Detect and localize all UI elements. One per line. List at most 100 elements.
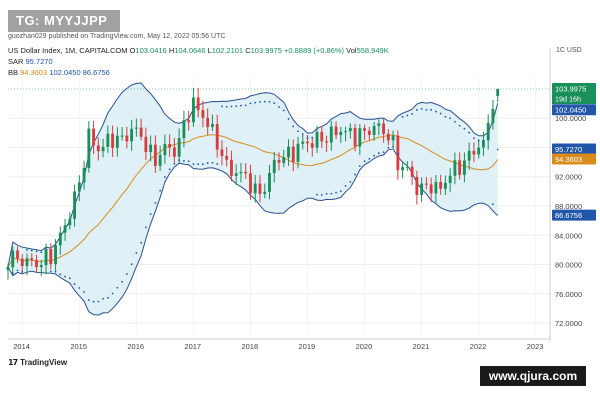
candle-body[interactable] <box>443 182 447 189</box>
candle-body[interactable] <box>82 168 86 183</box>
candle-body[interactable] <box>87 128 91 169</box>
candle-body[interactable] <box>39 265 43 268</box>
candle-body[interactable] <box>130 128 134 142</box>
candle-body[interactable] <box>35 259 38 268</box>
candle-body[interactable] <box>377 123 381 127</box>
candle-body[interactable] <box>434 181 438 194</box>
candle-body[interactable] <box>144 136 148 153</box>
candle-body[interactable] <box>30 258 34 260</box>
candle-body[interactable] <box>163 143 167 156</box>
candle-body[interactable] <box>249 173 252 194</box>
candle-body[interactable] <box>101 146 105 152</box>
candle-body[interactable] <box>134 127 138 129</box>
candle-body[interactable] <box>11 250 15 268</box>
candle-body[interactable] <box>320 131 324 142</box>
candle-body[interactable] <box>405 166 409 168</box>
candle-body[interactable] <box>386 133 390 141</box>
candle-body[interactable] <box>424 183 428 185</box>
candle-body[interactable] <box>58 232 62 246</box>
candle-body[interactable] <box>230 159 233 176</box>
candle-body[interactable] <box>372 126 376 135</box>
candle-body[interactable] <box>16 250 19 259</box>
candle-body[interactable] <box>348 127 352 132</box>
candle-body[interactable] <box>25 258 29 266</box>
price-chart[interactable]: 72.0000 76.0000 80.0000 84.0000 88.0000 92.00… <box>0 0 600 400</box>
candle-body[interactable] <box>448 175 452 183</box>
candle-body[interactable] <box>201 110 205 118</box>
candle-body[interactable] <box>472 150 476 155</box>
candle-body[interactable] <box>182 120 186 139</box>
candle-body[interactable] <box>339 131 343 136</box>
candle-body[interactable] <box>111 133 115 148</box>
candle-body[interactable] <box>120 135 124 137</box>
candle-body[interactable] <box>353 127 357 147</box>
candle-body[interactable] <box>225 156 229 160</box>
candle-body[interactable] <box>401 167 405 171</box>
candle-body[interactable] <box>453 160 457 176</box>
candle-body[interactable] <box>439 181 443 189</box>
candle-body[interactable] <box>325 141 328 143</box>
candle-body[interactable] <box>44 249 48 266</box>
candle-body[interactable] <box>282 157 286 163</box>
candle-body[interactable] <box>396 135 400 171</box>
candle-body[interactable] <box>410 166 414 177</box>
candle-body[interactable] <box>287 146 290 158</box>
tradingview-logo[interactable]: 𝟭𝟳 TradingView <box>8 358 67 367</box>
candle-body[interactable] <box>211 124 214 128</box>
candle-body[interactable] <box>367 130 371 135</box>
candle-body[interactable] <box>96 145 100 152</box>
candle-body[interactable] <box>139 127 143 137</box>
candle-body[interactable] <box>253 183 257 194</box>
candle-body[interactable] <box>358 128 362 147</box>
candle-body[interactable] <box>458 160 462 175</box>
candle-body[interactable] <box>296 143 300 162</box>
candle-body[interactable] <box>496 88 500 96</box>
candle-body[interactable] <box>462 160 466 175</box>
candle-body[interactable] <box>239 171 243 174</box>
candle-body[interactable] <box>92 128 96 146</box>
candle-body[interactable] <box>196 97 200 111</box>
candle-body[interactable] <box>68 218 72 226</box>
candle-body[interactable] <box>429 184 433 194</box>
candle-body[interactable] <box>115 135 119 148</box>
candle-body[interactable] <box>291 146 295 162</box>
candle-body[interactable] <box>477 147 481 155</box>
candle-body[interactable] <box>244 171 248 174</box>
candle-body[interactable] <box>215 124 219 150</box>
candle-body[interactable] <box>420 183 424 195</box>
candle-body[interactable] <box>467 150 471 161</box>
candle-body[interactable] <box>334 126 338 136</box>
candle-body[interactable] <box>125 135 129 142</box>
candle-body[interactable] <box>206 117 210 128</box>
candle-body[interactable] <box>77 182 81 192</box>
candle-body[interactable] <box>391 135 395 141</box>
candle-body[interactable] <box>310 143 314 148</box>
candle-body[interactable] <box>382 123 386 134</box>
candle-body[interactable] <box>234 173 238 176</box>
candle-body[interactable] <box>149 144 153 153</box>
candle-body[interactable] <box>258 183 262 194</box>
candle-body[interactable] <box>20 258 24 266</box>
candle-body[interactable] <box>415 176 419 195</box>
candle-body[interactable] <box>263 191 267 194</box>
candle-body[interactable] <box>306 141 309 144</box>
candle-body[interactable] <box>106 133 110 147</box>
candle-body[interactable] <box>158 155 162 166</box>
candle-body[interactable] <box>54 245 57 265</box>
candle-body[interactable] <box>268 172 271 192</box>
candle-body[interactable] <box>277 159 281 163</box>
candle-body[interactable] <box>329 126 333 143</box>
candle-body[interactable] <box>220 149 224 157</box>
candle-body[interactable] <box>315 131 319 148</box>
candle-body[interactable] <box>168 143 172 148</box>
candle-body[interactable] <box>49 249 53 265</box>
candle-body[interactable] <box>177 138 181 157</box>
candle-body[interactable] <box>63 225 67 233</box>
candle-body[interactable] <box>172 147 176 157</box>
candle-body[interactable] <box>363 128 367 131</box>
candle-body[interactable] <box>187 120 191 123</box>
candle-body[interactable] <box>272 159 276 173</box>
candle-body[interactable] <box>491 108 495 124</box>
candle-body[interactable] <box>301 141 305 144</box>
candle-body[interactable] <box>73 191 76 219</box>
